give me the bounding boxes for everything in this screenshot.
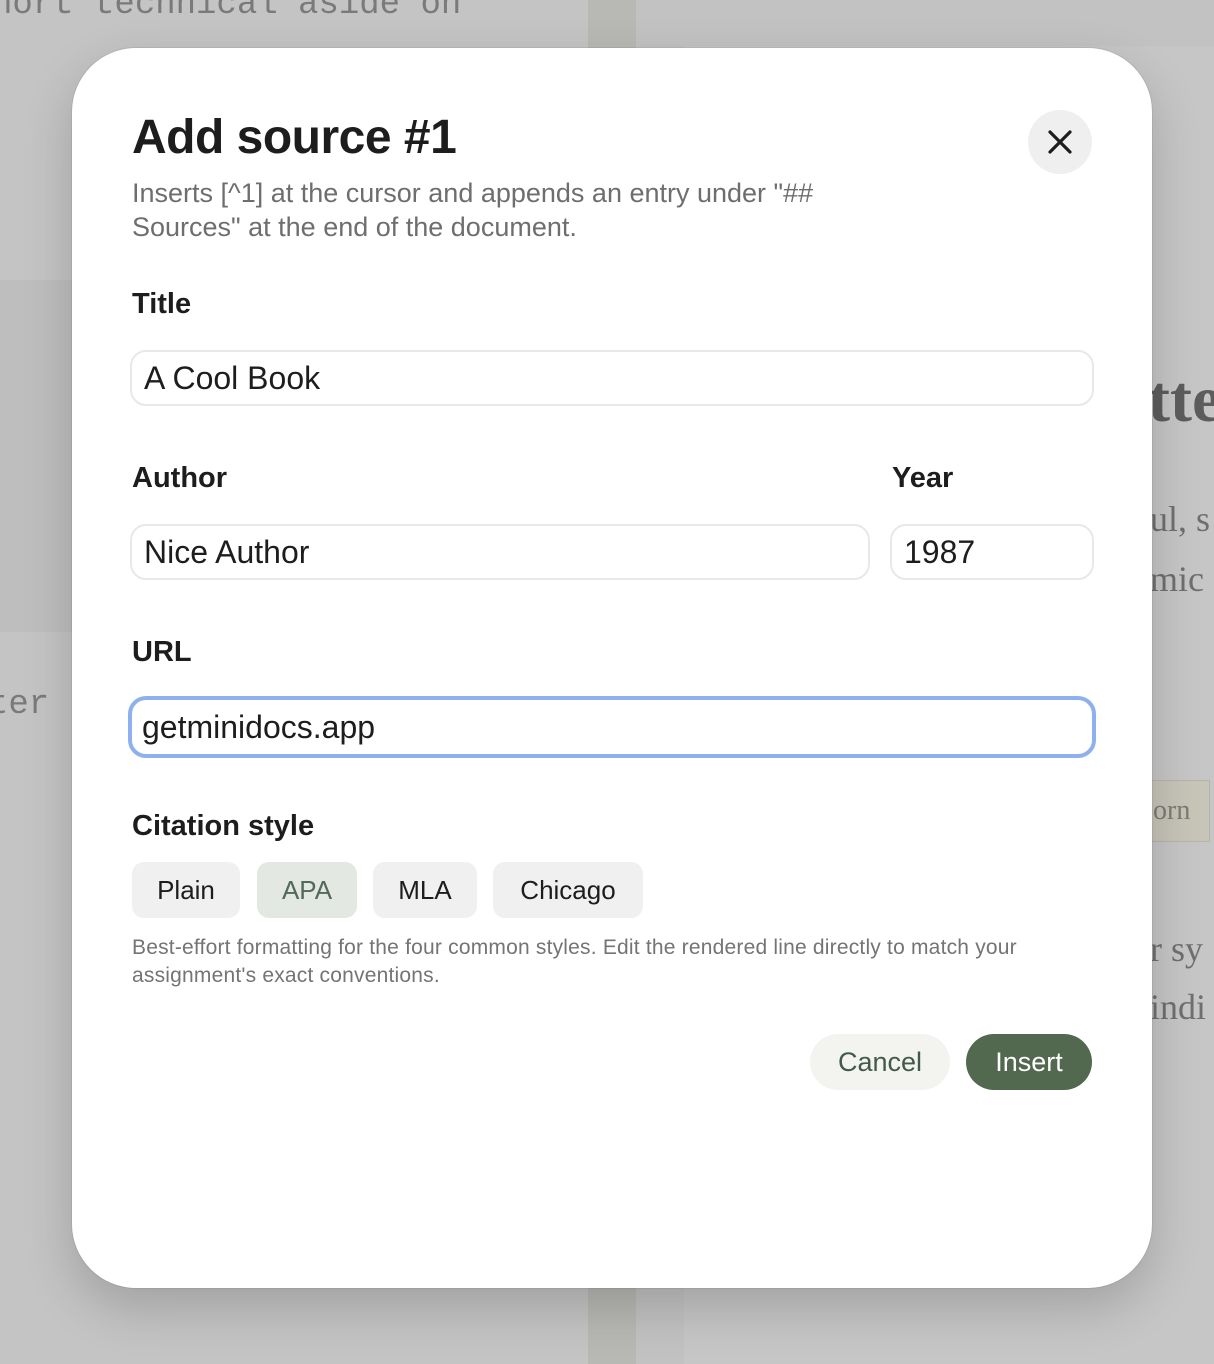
dialog-subtitle: Inserts [^1] at the cursor and appends a… xyxy=(132,178,814,242)
add-source-dialog: Add source #1 Inserts [^1] at the cursor… xyxy=(72,48,1152,1288)
title-label: Title xyxy=(132,288,192,320)
background-text-line: mic xyxy=(1150,559,1204,599)
title-input[interactable] xyxy=(130,350,1094,406)
url-label: URL xyxy=(132,636,192,668)
year-input[interactable] xyxy=(890,524,1094,580)
background-code-line: ter xyxy=(0,686,50,724)
citation-help-text: Best-effort formatting for the four comm… xyxy=(132,936,1017,987)
year-label: Year xyxy=(892,462,954,494)
close-icon xyxy=(1048,130,1072,154)
insert-button[interactable]: Insert xyxy=(966,1034,1092,1090)
citation-option-plain[interactable]: Plain xyxy=(132,862,240,918)
background-text-line: r sy xyxy=(1150,929,1203,969)
background-text-line: indi xyxy=(1150,987,1207,1027)
url-input[interactable] xyxy=(128,696,1096,758)
close-button[interactable] xyxy=(1028,110,1092,174)
background-chip: orn xyxy=(1150,780,1210,842)
citation-style-label: Citation style xyxy=(132,810,315,842)
citation-option-mla[interactable]: MLA xyxy=(373,862,477,918)
citation-option-apa[interactable]: APA xyxy=(257,862,357,918)
author-label: Author xyxy=(132,462,228,494)
citation-option-chicago[interactable]: Chicago xyxy=(493,862,643,918)
author-input[interactable] xyxy=(130,524,870,580)
background-text-line: ul, s xyxy=(1150,499,1211,539)
cancel-button[interactable]: Cancel xyxy=(810,1034,950,1090)
background-code-line: hort technical aside on xyxy=(0,0,462,24)
background-heading: tte xyxy=(1148,363,1214,436)
dialog-title: Add source #1 xyxy=(132,111,457,164)
